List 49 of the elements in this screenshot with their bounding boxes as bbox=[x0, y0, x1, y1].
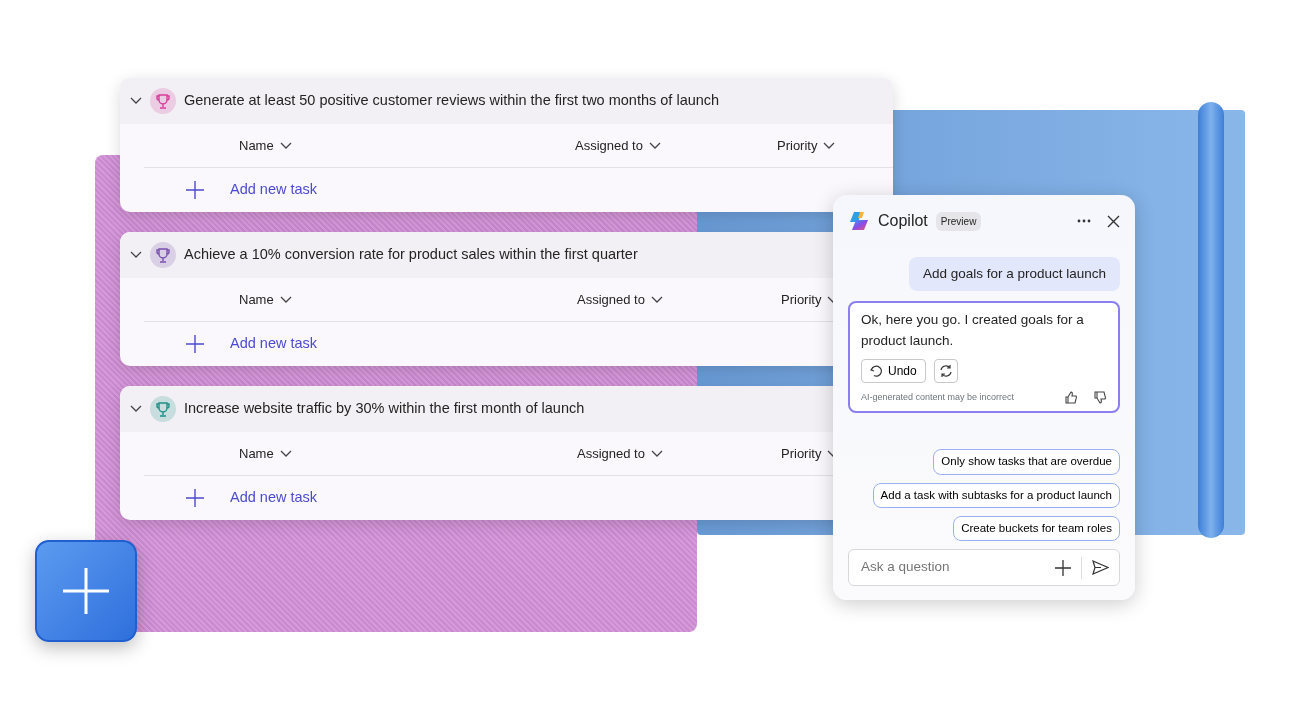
goal-title: Generate at least 50 positive customer reviews within the first two months of launch bbox=[184, 91, 720, 111]
send-button[interactable] bbox=[1092, 560, 1109, 575]
chevron-down-icon[interactable] bbox=[130, 97, 142, 105]
add-task-link[interactable]: Add new task bbox=[230, 179, 318, 201]
column-header[interactable]: Assigned to bbox=[577, 443, 663, 464]
more-button[interactable] bbox=[1077, 219, 1091, 223]
chevron-down-icon bbox=[279, 141, 292, 150]
composer-bar[interactable]: Ask a question bbox=[848, 549, 1120, 586]
column-header[interactable]: Priority bbox=[777, 135, 836, 156]
suggestion-chip[interactable]: Only show tasks that are overdue bbox=[933, 449, 1120, 475]
plus-icon bbox=[61, 566, 111, 616]
column-header[interactable]: Assigned to bbox=[575, 135, 661, 156]
add-task-link[interactable]: Add new task bbox=[230, 487, 318, 509]
goal-title: Increase website traffic by 30% within the first month of launch bbox=[184, 399, 585, 419]
column-header[interactable]: Assigned to bbox=[577, 289, 663, 310]
chevron-down-icon bbox=[279, 449, 292, 458]
column-header[interactable]: Name bbox=[239, 289, 292, 310]
ask-field[interactable]: Ask a question bbox=[859, 556, 1045, 579]
chevron-down-icon bbox=[279, 295, 292, 304]
preview-badge: Preview bbox=[935, 211, 982, 231]
disclaimer-text: AI-generated content may be incorrect bbox=[861, 390, 1015, 404]
add-task-link[interactable]: Add new task bbox=[230, 333, 318, 355]
copilot-logo-icon bbox=[848, 210, 870, 232]
column-header[interactable]: Name bbox=[239, 135, 292, 156]
panel-title: Copilot bbox=[878, 211, 928, 231]
chevron-down-icon bbox=[648, 141, 661, 150]
thumbs-down-icon[interactable] bbox=[1094, 391, 1107, 404]
attach-button[interactable] bbox=[1055, 559, 1071, 576]
close-button[interactable] bbox=[1107, 214, 1120, 228]
suggestion-chip[interactable]: Add a task with subtasks for a product launch bbox=[872, 482, 1120, 508]
reply-text: Ok, here you go. I created goals for a product launch. bbox=[861, 311, 1085, 350]
undo-icon bbox=[870, 364, 882, 377]
plus-icon bbox=[186, 335, 204, 353]
regenerate-button[interactable] bbox=[933, 358, 958, 383]
user-message: Add goals for a product launch bbox=[908, 257, 1120, 292]
chevron-down-icon bbox=[650, 449, 663, 458]
chevron-down-icon bbox=[650, 295, 663, 304]
column-header[interactable]: Name bbox=[239, 443, 292, 464]
goal-title: Achieve a 10% conversion rate for product sales within the first quarter bbox=[184, 245, 638, 265]
plus-icon bbox=[186, 489, 204, 507]
add-button[interactable] bbox=[35, 540, 137, 642]
chevron-down-icon[interactable] bbox=[130, 251, 142, 259]
refresh-icon bbox=[938, 363, 953, 378]
chevron-down-icon bbox=[823, 141, 836, 150]
suggestion-chip[interactable]: Create buckets for team roles bbox=[953, 515, 1120, 541]
chevron-down-icon[interactable] bbox=[130, 405, 142, 413]
thumbs-up-icon[interactable] bbox=[1065, 391, 1078, 404]
plus-icon bbox=[186, 181, 204, 199]
undo-button[interactable]: Undo bbox=[861, 358, 926, 383]
